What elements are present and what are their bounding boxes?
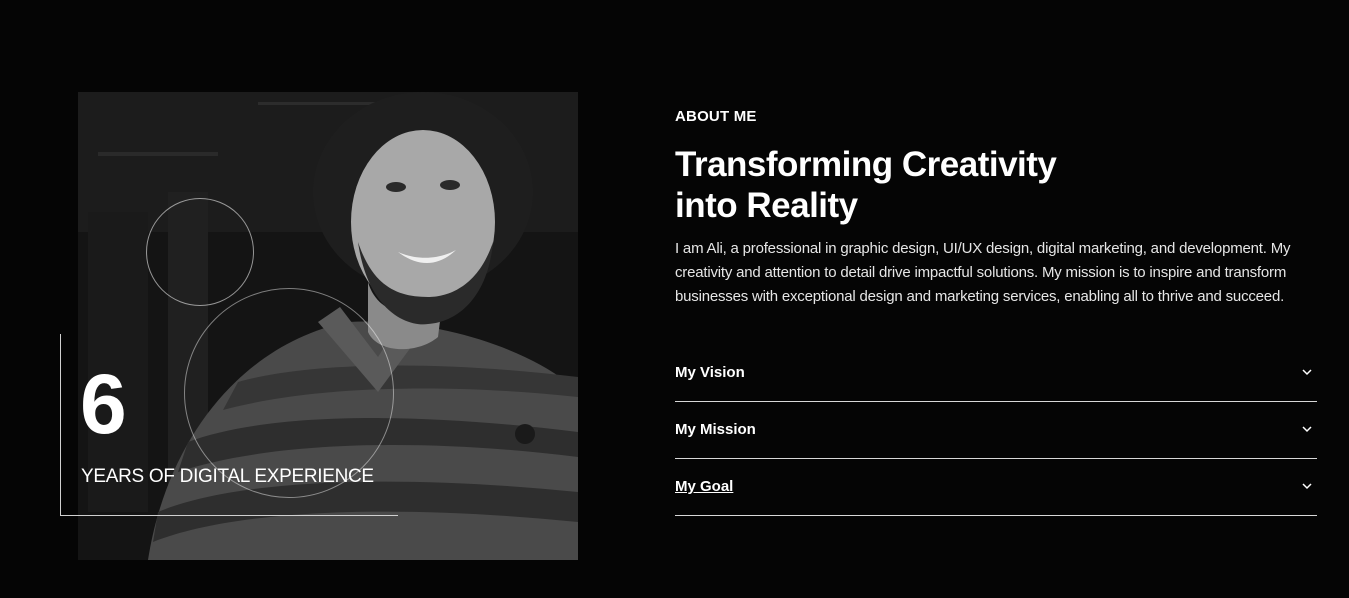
about-section: 6 YEARS OF DIGITAL EXPERIENCE ABOUT ME T… bbox=[0, 0, 1349, 598]
section-title: Transforming Creativity into Reality bbox=[675, 144, 1195, 226]
accordion-item-label[interactable]: My Mission bbox=[675, 421, 756, 438]
experience-years-number: 6 bbox=[80, 357, 127, 451]
experience-label: YEARS OF DIGITAL EXPERIENCE bbox=[81, 466, 374, 487]
accordion-item-goal[interactable]: My Goal bbox=[675, 459, 1317, 516]
title-line-2: into Reality bbox=[675, 186, 858, 225]
accordion-item-mission[interactable]: My Mission bbox=[675, 402, 1317, 459]
intro-paragraph: I am Ali, a professional in graphic desi… bbox=[675, 240, 1291, 305]
decorative-ring-small bbox=[146, 198, 254, 306]
title-line-1: Transforming Creativity bbox=[675, 145, 1057, 184]
accordion-item-label[interactable]: My Vision bbox=[675, 364, 745, 381]
chevron-down-icon[interactable] bbox=[1301, 480, 1313, 492]
accordion: My Vision My Mission My Goal bbox=[675, 345, 1317, 516]
section-eyebrow: ABOUT ME bbox=[675, 108, 757, 125]
chevron-down-icon[interactable] bbox=[1301, 366, 1313, 378]
accordion-item-vision[interactable]: My Vision bbox=[675, 345, 1317, 402]
accordion-item-label[interactable]: My Goal bbox=[675, 478, 733, 495]
chevron-down-icon[interactable] bbox=[1301, 423, 1313, 435]
